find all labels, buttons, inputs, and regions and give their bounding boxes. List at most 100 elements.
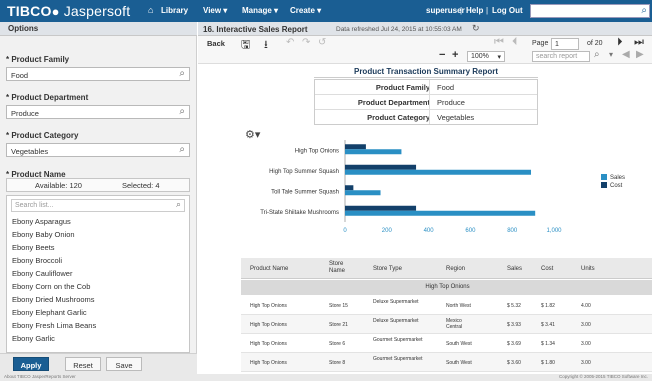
list-item[interactable]: Ebony Broccoli (12, 256, 62, 265)
category-label: Toll Tale Summer Squash (271, 189, 339, 195)
jaspersoft-logo[interactable]: TIBCO● Jaspersoft (7, 3, 130, 19)
undo-all-icon[interactable]: ↺ (318, 37, 326, 48)
bar-sales[interactable] (345, 210, 536, 216)
options-button-bar: Apply Reset Save (0, 353, 197, 374)
nav-library[interactable]: Library (161, 6, 188, 15)
bar-cost[interactable] (345, 205, 417, 211)
bar-cost[interactable] (345, 144, 366, 150)
product-family-field[interactable]: Food ⌕ (6, 67, 190, 81)
table-cell: High Top Onions (250, 322, 287, 328)
list-item[interactable]: Ebony Garlic (12, 334, 55, 343)
column-header[interactable]: Store Name (329, 261, 359, 275)
summary-label: Product Family (375, 83, 430, 92)
list-item[interactable]: Ebony Beets (12, 243, 55, 252)
column-header[interactable]: Sales (507, 266, 522, 272)
legend-label: Cost (610, 183, 623, 189)
bar-sales[interactable] (345, 190, 381, 196)
summary-value: Vegetables (437, 113, 475, 122)
table-cell: South West (446, 360, 472, 366)
search-next-icon[interactable]: ▶ (636, 49, 644, 60)
product-department-field[interactable]: Produce ⌕ (6, 105, 190, 119)
bar-cost[interactable] (345, 185, 354, 191)
apply-button[interactable]: Apply (13, 357, 49, 371)
search-previous-icon[interactable]: ◀ (622, 49, 630, 60)
table-cell: Gourmet Supermarket (373, 337, 423, 343)
group-header: High Top Onions (241, 280, 652, 295)
summary-label: Product Department (357, 98, 430, 107)
search-icon[interactable]: ⌕ (176, 199, 181, 210)
product-category-field[interactable]: Vegetables ⌕ (6, 143, 190, 157)
zoom-out-icon[interactable]: − (439, 49, 445, 61)
table-header: Product Name Store Name Store Type Regio… (241, 258, 652, 279)
bar-cost[interactable] (345, 164, 417, 170)
product-name-list[interactable]: Search list... ⌕ Ebony Asparagus Ebony B… (6, 195, 190, 353)
page-number-input[interactable]: 1 (551, 38, 579, 50)
list-item[interactable]: Ebony Cauliflower (12, 269, 72, 278)
top-navigation-bar: TIBCO● Jaspersoft ⌂ Library View ▾ Manag… (0, 0, 652, 22)
list-item[interactable]: Ebony Corn on the Cob (12, 282, 90, 291)
last-page-icon[interactable]: ⏭ (634, 36, 644, 49)
search-icon[interactable]: ⌕ (594, 49, 600, 60)
category-label: High Top Onions (295, 148, 339, 154)
report-canvas: Product Transaction Summary Report Produ… (198, 64, 652, 374)
search-icon[interactable]: ⌕ (179, 68, 185, 79)
zoom-select[interactable]: 100% ▾ (467, 51, 505, 62)
summary-title: Product Transaction Summary Report (314, 64, 538, 78)
tab-available[interactable]: Available: 120 (35, 181, 82, 190)
help-link[interactable]: Help (466, 6, 483, 15)
list-item[interactable]: Ebony Elephant Garlic (12, 308, 87, 317)
table-cell: Mexico Central (446, 318, 463, 330)
report-title: 16. Interactive Sales Report (203, 25, 308, 34)
bar-sales[interactable] (345, 149, 402, 155)
home-icon[interactable]: ⌂ (148, 5, 153, 15)
column-header[interactable]: Units (581, 266, 595, 272)
separator: | (460, 6, 463, 15)
data-refreshed-text: Data refreshed Jul 24, 2015 at 10:55:03 … (336, 26, 462, 33)
page-label: Page (532, 40, 549, 47)
tick-label: 400 (424, 228, 435, 234)
legend-swatch (601, 182, 607, 188)
tab-selected[interactable]: Selected: 4 (122, 181, 160, 190)
summary-row: Product Department Produce (315, 95, 537, 110)
list-item[interactable]: Ebony Asparagus (12, 217, 71, 226)
logout-link[interactable]: Log Out (492, 6, 523, 15)
nav-create-menu[interactable]: Create ▾ (290, 6, 321, 15)
list-item[interactable]: Ebony Dried Mushrooms (12, 295, 95, 304)
list-search-input[interactable]: Search list... ⌕ (11, 199, 185, 212)
list-item[interactable]: Ebony Baby Onion (12, 230, 75, 239)
previous-page-icon[interactable]: ⏴ (512, 36, 518, 49)
back-button[interactable]: Back (207, 39, 225, 48)
list-item[interactable]: Ebony Fresh Lima Beans (12, 321, 96, 330)
nav-view-menu[interactable]: View ▾ (203, 6, 227, 15)
next-page-icon[interactable]: ⏵ (617, 36, 623, 49)
column-header[interactable]: Product Name (250, 266, 288, 272)
redo-icon[interactable]: ↷ (302, 37, 310, 48)
search-icon[interactable]: ⌕ (179, 106, 185, 117)
zoom-in-icon[interactable]: + (452, 49, 458, 61)
column-header[interactable]: Region (446, 266, 465, 272)
save-icon[interactable]: 🖫 (241, 36, 250, 55)
product-name-tabs: Available: 120 Selected: 4 (6, 178, 190, 192)
options-panel: Options * Product Family Food ⌕ * Product… (0, 22, 197, 374)
search-icon[interactable]: ⌕ (641, 5, 647, 16)
reset-button[interactable]: Reset (65, 357, 101, 371)
undo-icon[interactable]: ↶ (286, 37, 294, 48)
page-count: of 20 (587, 40, 603, 47)
table-cell: High Top Onions (250, 303, 287, 309)
save-button[interactable]: Save (106, 357, 142, 371)
about-link[interactable]: About TIBCO JasperReports Server (4, 374, 76, 379)
product-bar-chart: High Top Onions High Top Summer Squash Tol… (260, 140, 625, 234)
product-department-label: * Product Department (6, 93, 89, 102)
export-icon[interactable]: ⭳ (264, 36, 268, 55)
bar-sales[interactable] (345, 169, 532, 175)
column-header[interactable]: Store Type (373, 266, 402, 272)
search-icon[interactable]: ⌕ (179, 144, 185, 155)
nav-manage-menu[interactable]: Manage ▾ (242, 6, 278, 15)
refresh-icon[interactable]: ↻ (472, 23, 480, 34)
column-header[interactable]: Cost (541, 266, 553, 272)
search-report-input[interactable]: search report (532, 51, 590, 62)
search-options-icon[interactable]: ▾ (609, 50, 613, 59)
user-name[interactable]: superuser (426, 6, 465, 15)
first-page-icon[interactable]: ⏮ (494, 36, 504, 49)
global-search-input[interactable]: ⌕ (530, 4, 650, 18)
